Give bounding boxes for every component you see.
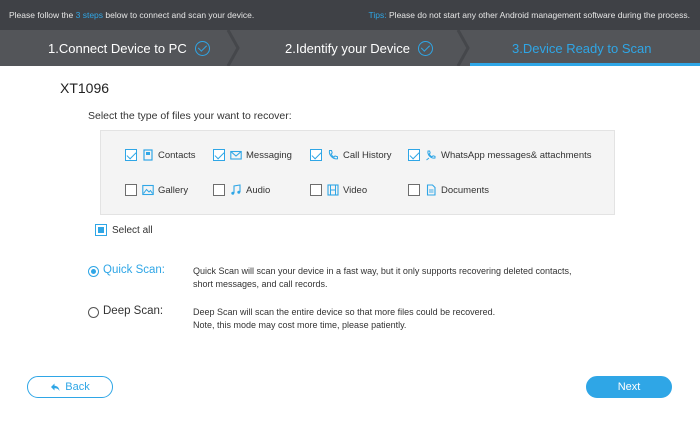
deep-scan-description: Deep Scan will scan the entire device so… — [193, 306, 643, 332]
filetype-label: Call History — [343, 149, 392, 161]
next-button[interactable]: Next — [586, 376, 672, 398]
documents-checkbox[interactable] — [408, 184, 420, 196]
active-step-indicator — [470, 63, 700, 66]
image-icon — [142, 184, 154, 196]
select-all-checkbox[interactable] — [95, 224, 107, 236]
step-identify-device: 2.Identify your Device — [285, 30, 434, 66]
back-button-label: Back — [65, 381, 90, 393]
video-checkbox[interactable] — [310, 184, 322, 196]
device-name: XT1096 — [60, 80, 110, 96]
step-label: 2.Identify your Device — [285, 40, 411, 56]
check-circle-icon — [418, 40, 434, 56]
steps-bar: 1.Connect Device to PC 2.Identify your D… — [0, 30, 700, 66]
audio-checkbox[interactable] — [213, 184, 225, 196]
contacts-icon — [142, 149, 154, 161]
filetype-messaging[interactable]: Messaging — [213, 149, 292, 161]
check-circle-icon — [194, 40, 210, 56]
step-label: 1.Connect Device to PC — [48, 40, 187, 56]
filetype-contacts[interactable]: Contacts — [125, 149, 196, 161]
file-types-panel: Contacts Messaging Call History WhatsApp… — [100, 130, 615, 215]
select-type-heading: Select the type of files your want to re… — [88, 110, 292, 122]
next-button-label: Next — [617, 381, 641, 393]
whatsapp-icon — [425, 149, 437, 161]
filetype-label: Contacts — [158, 149, 196, 161]
deep-scan-label: Deep Scan: — [103, 305, 164, 317]
filetype-label: Gallery — [158, 184, 189, 196]
instruction-highlight: 3 steps — [75, 10, 104, 20]
messaging-checkbox[interactable] — [213, 149, 225, 161]
filetype-label: Video — [343, 184, 368, 196]
filetype-label: Documents — [441, 184, 490, 196]
tips-text: Tips: Please do not start any other Andr… — [369, 10, 690, 20]
music-icon — [230, 184, 242, 196]
filetype-gallery[interactable]: Gallery — [125, 184, 188, 196]
deep-scan-desc-line2: Note, this mode may cost more time, plea… — [193, 320, 407, 330]
deep-scan-option[interactable]: Deep Scan: Deep Scan will scan the entir… — [88, 305, 643, 332]
step-connect-device: 1.Connect Device to PC — [48, 30, 210, 66]
film-icon — [327, 184, 339, 196]
phone-icon — [327, 149, 339, 161]
quick-scan-radio[interactable] — [88, 266, 99, 277]
envelope-icon — [230, 149, 242, 161]
filetype-whatsapp[interactable]: WhatsApp messages& attachments — [408, 149, 592, 161]
contacts-checkbox[interactable] — [125, 149, 137, 161]
deep-scan-radio[interactable] — [88, 307, 99, 318]
quick-scan-description: Quick Scan will scan your device in a fa… — [193, 265, 643, 291]
step-device-ready: 3.Device Ready to Scan — [512, 30, 651, 66]
quick-scan-label: Quick Scan: — [103, 264, 165, 276]
filetype-label: Messaging — [246, 149, 292, 161]
select-all[interactable]: Select all — [95, 224, 153, 236]
instruction-prefix: Please follow the — [9, 10, 76, 20]
filetype-label: WhatsApp messages& attachments — [441, 149, 592, 161]
info-bar: Please follow the 3 steps below to conne… — [0, 0, 700, 30]
quick-scan-desc-line1: Quick Scan will scan your device in a fa… — [193, 266, 572, 276]
quick-scan-desc-line2: short messages, and call records. — [193, 279, 328, 289]
document-icon — [425, 184, 437, 196]
deep-scan-desc-line1: Deep Scan will scan the entire device so… — [193, 307, 496, 317]
filetype-audio[interactable]: Audio — [213, 184, 270, 196]
filetype-label: Audio — [246, 184, 271, 196]
instruction-suffix: below to connect and scan your device. — [103, 10, 255, 20]
quick-scan-option[interactable]: Quick Scan: Quick Scan will scan your de… — [88, 264, 643, 291]
step-label: 3.Device Ready to Scan — [512, 40, 652, 56]
instruction-text: Please follow the 3 steps below to conne… — [9, 10, 254, 20]
filetype-video[interactable]: Video — [310, 184, 367, 196]
select-all-label: Select all — [112, 224, 153, 236]
tips-body: Please do not start any other Android ma… — [386, 10, 690, 20]
whatsapp-checkbox[interactable] — [408, 149, 420, 161]
tips-label: Tips: — [368, 10, 387, 20]
back-button[interactable]: Back — [27, 376, 113, 398]
chevron-separator-icon — [456, 30, 470, 66]
chevron-separator-icon — [226, 30, 240, 66]
filetype-call-history[interactable]: Call History — [310, 149, 392, 161]
gallery-checkbox[interactable] — [125, 184, 137, 196]
filetype-documents[interactable]: Documents — [408, 184, 489, 196]
call-history-checkbox[interactable] — [310, 149, 322, 161]
back-arrow-icon — [51, 383, 60, 391]
